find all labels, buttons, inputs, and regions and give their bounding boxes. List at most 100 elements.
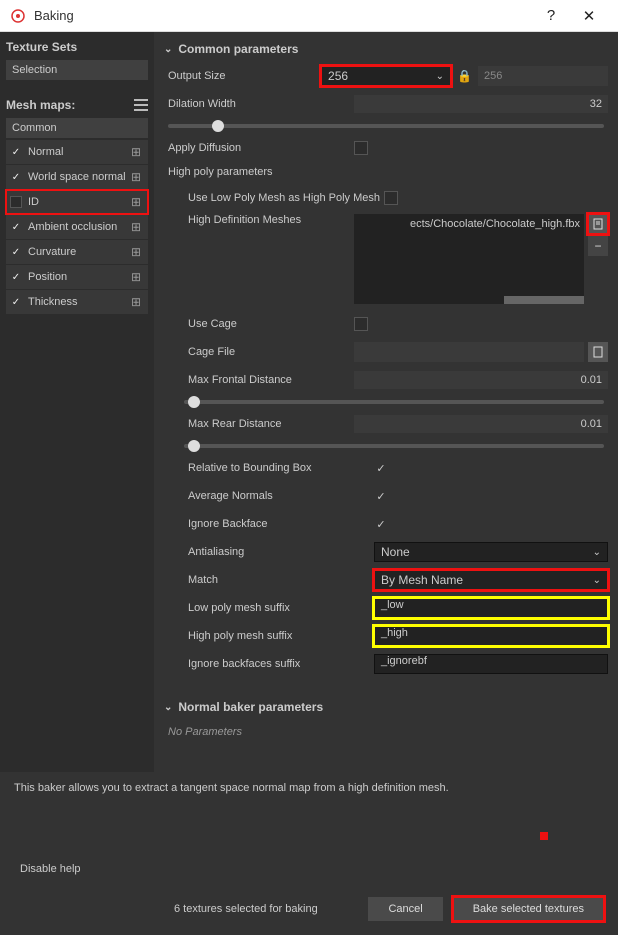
gear-icon[interactable]: ⊞ xyxy=(128,220,144,234)
window-titlebar: Baking ? ✕ xyxy=(0,0,618,32)
dilation-input[interactable] xyxy=(354,95,608,113)
meshmaps-group-common[interactable]: Common xyxy=(6,118,148,138)
ignore-backface-label: Ignore Backface xyxy=(184,518,374,530)
map-item-normal[interactable]: ✓ Normal ⊞ xyxy=(6,140,148,164)
max-rear-label: Max Rear Distance xyxy=(184,418,354,430)
gear-icon[interactable]: ⊞ xyxy=(128,270,144,284)
section-title: Common parameters xyxy=(178,42,298,56)
texture-set-selection[interactable]: Selection xyxy=(6,60,148,80)
cancel-button[interactable]: Cancel xyxy=(368,897,442,921)
output-size-label: Output Size xyxy=(164,70,321,82)
close-button[interactable]: ✕ xyxy=(570,7,608,25)
check-icon[interactable]: ✓ xyxy=(10,146,22,158)
antialiasing-dropdown[interactable]: None ⌄ xyxy=(374,542,608,562)
map-label: Normal xyxy=(28,146,128,158)
lock-icon[interactable]: 🔒 xyxy=(457,69,472,83)
avg-normals-checkbox[interactable] xyxy=(374,489,388,503)
bake-status: 6 textures selected for baking xyxy=(14,903,318,915)
map-label: Ambient occlusion xyxy=(28,221,128,233)
map-item-world-normal[interactable]: ✓ World space normal ⊞ xyxy=(6,165,148,189)
section-common-parameters[interactable]: ⌄ Common parameters xyxy=(164,42,608,56)
map-item-curvature[interactable]: ✓ Curvature ⊞ xyxy=(6,240,148,264)
baker-description: This baker allows you to extract a tange… xyxy=(14,782,604,794)
browse-mesh-button[interactable] xyxy=(588,214,608,234)
max-rear-input[interactable] xyxy=(354,415,608,433)
content-panel: ⌄ Common parameters Output Size 256 ⌄ 🔒 … xyxy=(154,32,618,772)
chevron-down-icon: ⌄ xyxy=(593,547,601,558)
check-icon[interactable]: ✓ xyxy=(10,171,22,183)
gear-icon[interactable]: ⊞ xyxy=(128,245,144,259)
max-frontal-label: Max Frontal Distance xyxy=(184,374,354,386)
check-icon[interactable]: ✓ xyxy=(10,296,22,308)
gear-icon[interactable]: ⊞ xyxy=(128,295,144,309)
output-size-secondary: 256 xyxy=(478,66,608,86)
map-item-ao[interactable]: ✓ Ambient occlusion ⊞ xyxy=(6,215,148,239)
dilation-slider[interactable] xyxy=(168,124,604,128)
check-icon[interactable]: ✓ xyxy=(10,246,22,258)
meshmaps-menu-icon[interactable] xyxy=(134,99,148,111)
dilation-label: Dilation Width xyxy=(164,98,354,110)
ignore-bf-suffix-input[interactable]: _ignorebf xyxy=(374,654,608,674)
help-button[interactable]: ? xyxy=(532,7,570,24)
map-label: World space normal xyxy=(28,171,128,183)
main-panel: Texture Sets Selection Mesh maps: Common… xyxy=(0,32,618,772)
max-frontal-input[interactable] xyxy=(354,371,608,389)
section-normal-baker[interactable]: ⌄ Normal baker parameters xyxy=(164,700,608,714)
max-rear-slider[interactable] xyxy=(184,444,604,448)
use-low-as-high-checkbox[interactable] xyxy=(384,191,398,205)
relative-bb-label: Relative to Bounding Box xyxy=(184,462,374,474)
match-dropdown[interactable]: By Mesh Name ⌄ xyxy=(374,570,608,590)
app-logo-icon xyxy=(10,8,26,24)
footer-panel: This baker allows you to extract a tange… xyxy=(0,772,618,935)
scrollbar[interactable] xyxy=(504,296,584,304)
apply-diffusion-checkbox[interactable] xyxy=(354,141,368,155)
match-label: Match xyxy=(184,574,374,586)
map-label: Position xyxy=(28,271,128,283)
avg-normals-label: Average Normals xyxy=(184,490,374,502)
gear-icon[interactable]: ⊞ xyxy=(128,195,144,209)
chevron-down-icon: ⌄ xyxy=(164,702,172,713)
check-icon[interactable]: ✓ xyxy=(10,271,22,283)
section-title: Normal baker parameters xyxy=(178,700,323,714)
indicator-icon xyxy=(540,832,548,840)
gear-icon[interactable]: ⊞ xyxy=(128,145,144,159)
check-icon[interactable]: ✓ xyxy=(10,221,22,233)
output-size-dropdown[interactable]: 256 ⌄ xyxy=(321,66,451,86)
high-def-meshes-list[interactable]: ects/Chocolate/Chocolate_high.fbx xyxy=(354,214,584,304)
antialiasing-label: Antialiasing xyxy=(184,546,374,558)
map-item-thickness[interactable]: ✓ Thickness ⊞ xyxy=(6,290,148,314)
checkbox-off[interactable] xyxy=(10,196,22,208)
window-title: Baking xyxy=(34,8,532,23)
high-suffix-input[interactable]: _high xyxy=(374,626,608,646)
disable-help-link[interactable]: Disable help xyxy=(20,863,81,875)
chevron-down-icon: ⌄ xyxy=(164,44,172,55)
map-item-id[interactable]: ID ⊞ xyxy=(6,190,148,214)
relative-bb-checkbox[interactable] xyxy=(374,461,388,475)
cage-file-field xyxy=(354,342,584,362)
no-parameters-label: No Parameters xyxy=(164,722,608,742)
meshmaps-label: Mesh maps: xyxy=(6,98,75,112)
use-low-as-high-label: Use Low Poly Mesh as High Poly Mesh xyxy=(184,192,384,204)
antialiasing-value: None xyxy=(381,545,410,559)
mesh-list-item[interactable]: ects/Chocolate/Chocolate_high.fbx xyxy=(354,214,584,234)
match-value: By Mesh Name xyxy=(381,573,463,587)
high-suffix-label: High poly mesh suffix xyxy=(184,630,374,642)
remove-mesh-button[interactable]: − xyxy=(588,236,608,256)
use-cage-checkbox[interactable] xyxy=(354,317,368,331)
gear-icon[interactable]: ⊞ xyxy=(128,170,144,184)
map-item-position[interactable]: ✓ Position ⊞ xyxy=(6,265,148,289)
chevron-down-icon: ⌄ xyxy=(593,575,601,586)
sidebar: Texture Sets Selection Mesh maps: Common… xyxy=(0,32,154,772)
bake-button[interactable]: Bake selected textures xyxy=(453,897,604,921)
low-suffix-input[interactable]: _low xyxy=(374,598,608,618)
high-poly-subhead: High poly parameters xyxy=(168,166,608,178)
ignore-backface-checkbox[interactable] xyxy=(374,517,388,531)
browse-cage-button[interactable] xyxy=(588,342,608,362)
map-label: Curvature xyxy=(28,246,128,258)
high-def-meshes-label: High Definition Meshes xyxy=(184,214,354,226)
max-frontal-slider[interactable] xyxy=(184,400,604,404)
chevron-down-icon: ⌄ xyxy=(436,71,444,82)
use-cage-label: Use Cage xyxy=(184,318,354,330)
map-label: ID xyxy=(28,196,128,208)
output-size-value: 256 xyxy=(328,69,348,83)
